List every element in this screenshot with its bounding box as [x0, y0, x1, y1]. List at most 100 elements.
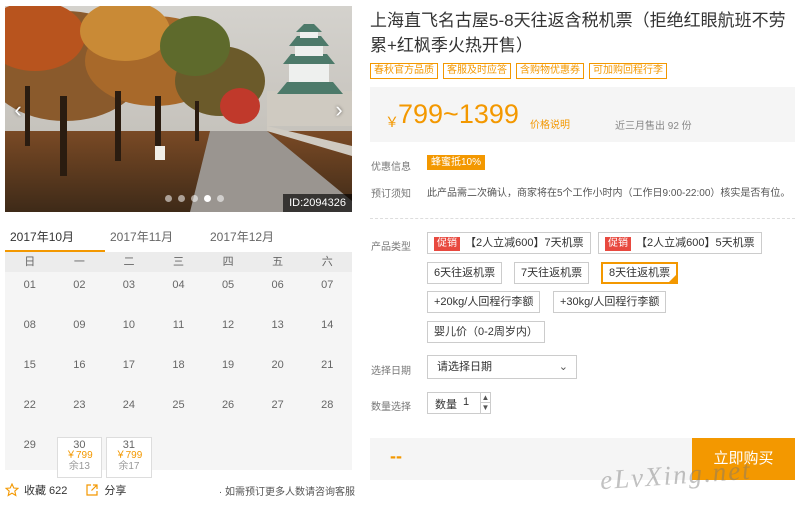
image-id-label: ID:2094326 — [283, 194, 352, 212]
share-label: 分享 — [104, 485, 127, 497]
calendar-day: 03 — [104, 274, 154, 314]
calendar-day: 28 — [302, 394, 352, 434]
option-6day[interactable]: 6天往返机票 — [427, 262, 503, 284]
total-price: -- — [390, 446, 402, 466]
calendar-days: 01 02 03 04 05 06 07 08 09 10 11 12 13 14 15 16 17 18 19 20… — [5, 272, 352, 478]
date-placeholder: 请选择日期 — [437, 361, 492, 373]
calendar-day: 21 — [302, 354, 352, 394]
weekday: 六 — [321, 256, 333, 268]
calendar-day: 25 — [154, 394, 204, 434]
date-select[interactable]: 请选择日期 ⌄ — [427, 355, 577, 379]
day-number: 13 — [271, 319, 284, 331]
tab-month-oct[interactable]: 2017年10月 — [5, 224, 105, 252]
calendar-day: 24 — [104, 394, 154, 434]
day-number: 01 — [23, 279, 36, 291]
day-number: 22 — [23, 399, 36, 411]
social-actions: 收藏 622 分享 · 如需预订更多人数请咨询客服 — [5, 481, 355, 499]
day-number: 24 — [122, 399, 136, 411]
favorite-button[interactable]: 收藏 622 — [5, 482, 67, 498]
share-button[interactable]: 分享 — [85, 482, 126, 498]
carousel-dot[interactable] — [217, 195, 224, 202]
day-number: 10 — [122, 319, 136, 331]
weekday: 一 — [73, 256, 85, 268]
calendar-day: 08 — [5, 314, 55, 354]
increment-icon[interactable]: ▲ — [480, 393, 490, 403]
calendar-day: 20 — [253, 354, 303, 394]
day-number: 26 — [221, 399, 235, 411]
day-number: 17 — [122, 359, 136, 371]
option-luggage-20kg[interactable]: +20kg/人回程行李额 — [427, 291, 541, 313]
favorite-label: 收藏 622 — [24, 485, 68, 497]
day-number: 29 — [23, 439, 36, 451]
day-number: 21 — [321, 359, 334, 371]
calendar-day: 06 — [253, 274, 303, 314]
calendar-day: 04 — [154, 274, 204, 314]
calendar-day-available[interactable]: 31 ￥799 余17 — [106, 437, 152, 478]
calendar-day-available[interactable]: 30 ￥799 余13 — [56, 437, 103, 478]
option-7day[interactable]: 7天往返机票 — [514, 262, 590, 284]
star-icon — [5, 483, 19, 497]
carousel-dot[interactable] — [191, 195, 198, 202]
carousel-dot-active[interactable] — [204, 195, 211, 202]
price-explain-link[interactable]: 价格说明 — [530, 116, 570, 131]
option-label: +20kg/人回程行李额 — [434, 296, 534, 308]
day-number: 03 — [122, 279, 136, 291]
day-remaining: 余13 — [68, 461, 90, 472]
day-number: 28 — [321, 399, 334, 411]
weekday: 日 — [24, 256, 36, 268]
day-number: 25 — [172, 399, 185, 411]
option-promo-7day[interactable]: 促销 【2人立减600】7天机票 — [427, 232, 591, 254]
option-label: 7天往返机票 — [521, 267, 583, 279]
tab-month-dec[interactable]: 2017年12月 — [205, 224, 305, 252]
discount-badge: 蜂蜜抵10% — [427, 155, 486, 170]
day-number: 23 — [73, 399, 86, 411]
option-promo-5day[interactable]: 促销 【2人立减600】5天机票 — [598, 232, 762, 254]
option-label: 8天往返机票 — [609, 267, 671, 279]
day-number: 02 — [73, 279, 86, 291]
decrement-icon[interactable]: ▼ — [480, 403, 490, 413]
tab-month-nov[interactable]: 2017年11月 — [105, 224, 205, 252]
product-photo-carousel[interactable]: ‹ › ID:2094326 — [5, 6, 352, 212]
calendar-day: 05 — [203, 274, 253, 314]
calendar-weekdays: 日 一 二 三 四 五 六 — [5, 252, 352, 272]
calendar-day: 02 — [55, 274, 105, 314]
price-panel: ￥ 799~1399 价格说明 近三月售出 92 份 — [370, 87, 795, 142]
day-remaining: 余17 — [118, 461, 140, 472]
option-label: +30kg/人回程行李额 — [560, 296, 660, 308]
carousel-dot[interactable] — [178, 195, 185, 202]
product-tag: 含购物优惠券 — [516, 63, 584, 79]
option-luggage-30kg[interactable]: +30kg/人回程行李额 — [553, 291, 667, 313]
promo-badge: 促销 — [605, 237, 631, 251]
sold-count: 近三月售出 92 份 — [615, 121, 692, 132]
chevron-left-icon[interactable]: ‹ — [9, 98, 27, 122]
carousel-dot[interactable] — [165, 195, 172, 202]
price-currency: ￥ — [385, 114, 399, 130]
calendar-day: 10 — [104, 314, 154, 354]
option-label: 【2人立减600】5天机票 — [636, 237, 755, 249]
day-price: ￥799 — [66, 450, 93, 461]
day-number: 11 — [172, 319, 185, 331]
selected-check-icon — [669, 275, 677, 282]
discount-label: 优惠信息 — [371, 162, 411, 173]
date-label: 选择日期 — [371, 366, 411, 377]
product-title: 上海直飞名古屋5-8天往返含税机票（拒绝红眼航班不劳累+红枫季火热开售） — [370, 11, 786, 55]
option-8day-selected[interactable]: 8天往返机票 — [601, 262, 679, 284]
day-number: 14 — [321, 319, 334, 331]
calendar-day: 09 — [55, 314, 105, 354]
quantity-value[interactable]: 1 — [463, 396, 469, 408]
calendar-day: 16 — [55, 354, 105, 394]
calendar-day: 29 — [5, 434, 55, 474]
divider — [370, 218, 795, 219]
day-number: 04 — [172, 279, 185, 291]
chevron-right-icon[interactable]: › — [330, 98, 348, 122]
quantity-stepper[interactable]: 数量 1 ▲ ▼ — [427, 392, 491, 414]
calendar: 日 一 二 三 四 五 六 01 02 03 04 05 06 07 08 09 10 11 12 13… — [5, 252, 352, 478]
day-number: 06 — [271, 279, 284, 291]
photo-illustration — [5, 6, 352, 212]
calendar-day: 13 — [253, 314, 303, 354]
day-number: 20 — [271, 359, 284, 371]
product-tag: 可加购回程行李 — [589, 63, 667, 79]
option-infant[interactable]: 婴儿价（0-2周岁内） — [427, 321, 545, 343]
day-number: 07 — [321, 279, 334, 291]
calendar-day: 27 — [253, 394, 303, 434]
